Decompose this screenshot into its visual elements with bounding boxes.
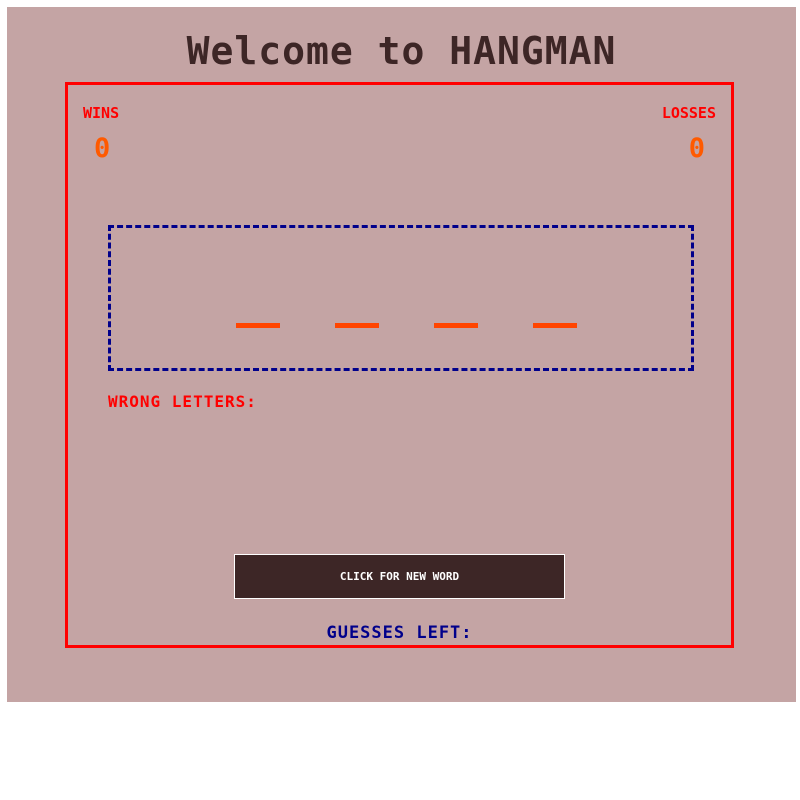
letter-blank-2 (335, 323, 379, 328)
letter-blank-1 (236, 323, 280, 328)
new-word-button[interactable]: CLICK FOR NEW WORD (234, 554, 565, 599)
page-background: Welcome to HANGMAN WINS 0 LOSSES 0 WRONG… (7, 7, 796, 702)
losses-label: LOSSES (661, 104, 716, 122)
wins-label: WINS (83, 104, 120, 122)
game-panel: WINS 0 LOSSES 0 WRONG LETTERS: CLICK FOR… (65, 82, 734, 648)
wins-count: 0 (94, 133, 111, 164)
letter-blank-3 (434, 323, 478, 328)
losses-count: 0 (688, 133, 705, 164)
letter-blank-4 (533, 323, 577, 328)
guesses-left-label: GUESSES LEFT: (326, 623, 473, 643)
word-display (108, 225, 694, 371)
wrong-letters-label: WRONG LETTERS: (108, 392, 257, 411)
page-title: Welcome to HANGMAN (186, 29, 617, 73)
